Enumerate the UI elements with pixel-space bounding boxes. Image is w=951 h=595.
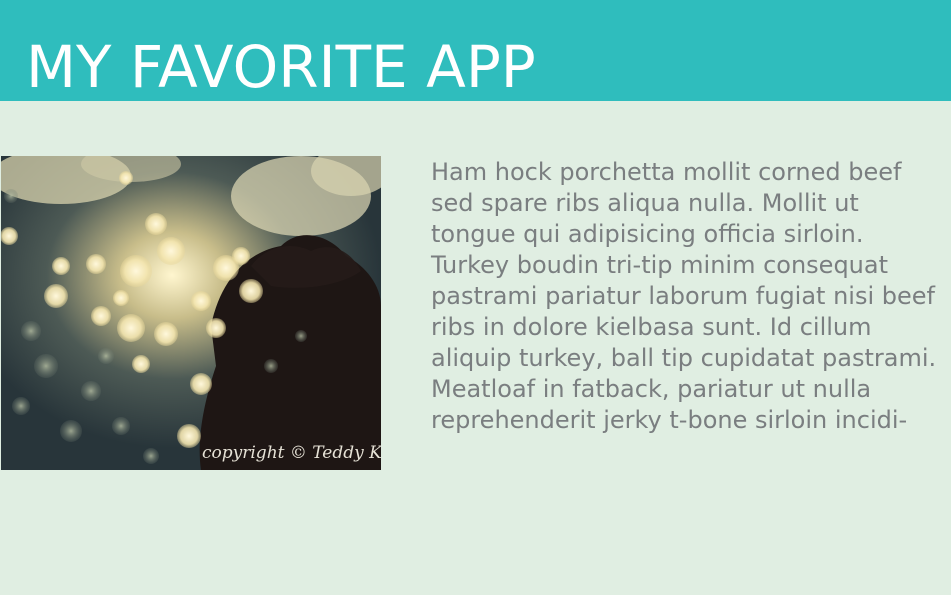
app-title: MY FAVORITE APP bbox=[26, 33, 536, 101]
content-paragraph: Ham hock porchetta mollit corned beef se… bbox=[431, 158, 937, 434]
hero-photo bbox=[1, 156, 381, 470]
photo-watermark: copyright © Teddy K bbox=[202, 443, 381, 463]
bokeh-photo-image bbox=[1, 156, 381, 470]
app-header: MY FAVORITE APP bbox=[0, 0, 951, 101]
page: MY FAVORITE APP copyright © Teddy K Ham … bbox=[0, 0, 951, 595]
